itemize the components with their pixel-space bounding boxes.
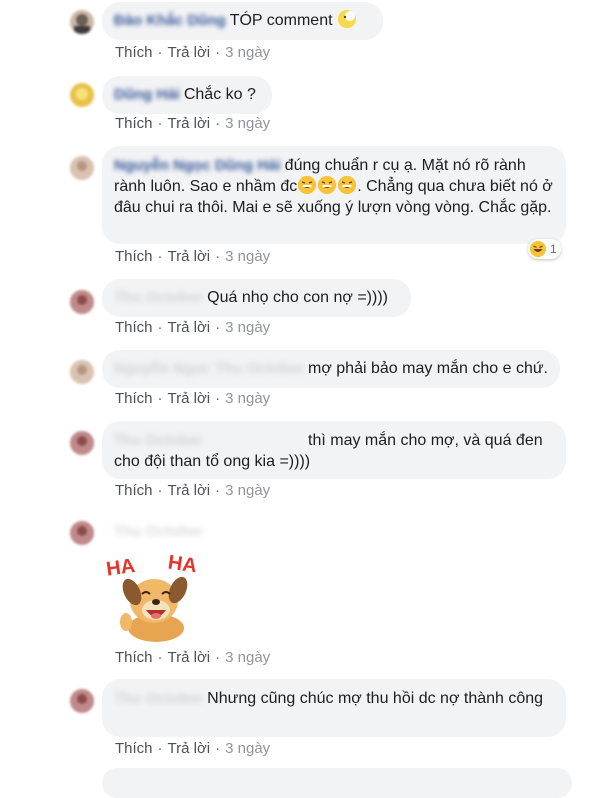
comment-author[interactable]: Đào Khắc Dũng	[114, 10, 226, 31]
reaction-count: 1	[550, 242, 557, 256]
separator-dot: ·	[157, 390, 163, 407]
comment-timestamp[interactable]: 3 ngày	[225, 649, 270, 666]
comment-text: mợ phải bảo may mắn cho e chứ.	[308, 360, 548, 377]
comment-author[interactable]: Thu October	[114, 522, 203, 542]
reply-button[interactable]: Trả lời	[168, 319, 211, 336]
grin-sweat-emoji-icon	[338, 176, 357, 194]
comment-author[interactable]: Dũng Hải	[114, 84, 180, 105]
avatar[interactable]	[70, 10, 94, 34]
comment-actions: Thích · Trả lời · 3 ngày	[115, 649, 270, 666]
reaction-badge[interactable]: 1	[528, 239, 561, 259]
reply-button[interactable]: Trả lời	[168, 740, 211, 757]
comment-timestamp[interactable]: 3 ngày	[225, 115, 270, 132]
separator-dot: ·	[215, 44, 221, 61]
comment-actions: Thích · Trả lời · 3 ngày	[115, 44, 270, 61]
comment-timestamp[interactable]: 3 ngày	[225, 390, 270, 407]
separator-dot: ·	[215, 115, 221, 132]
comment-timestamp[interactable]: 3 ngày	[225, 319, 270, 336]
separator-dot: ·	[215, 319, 221, 336]
comment-timestamp[interactable]: 3 ngày	[225, 44, 270, 61]
comment-author[interactable]: Nguyễn Ngọc Thu October	[114, 358, 304, 379]
moon-emoji-icon	[337, 10, 356, 28]
comment-text: Quá nhọ cho con nợ =))))	[207, 289, 388, 306]
separator-dot: ·	[157, 740, 163, 757]
comment-bubble: Nguyễn Ngọc Dũng Hải đúng chuẩn r cụ ạ. M…	[102, 146, 566, 244]
comment-text: Nhưng cũng chúc mợ thu hồi dc nợ thành c…	[207, 690, 544, 707]
comment-bubble: Thu October Nhưng cũng chúc mợ thu hồi dc…	[102, 679, 566, 737]
comment-bubble: Nguyễn Ngọc Thu October mợ phải bảo may m…	[102, 350, 560, 388]
separator-dot: ·	[157, 115, 163, 132]
avatar[interactable]	[70, 156, 94, 180]
avatar[interactable]	[70, 360, 94, 384]
avatar[interactable]	[70, 431, 94, 455]
comment-actions: Thích · Trả lời · 3 ngày	[115, 740, 270, 757]
avatar[interactable]	[70, 83, 94, 107]
comment-timestamp[interactable]: 3 ngày	[225, 482, 270, 499]
separator-dot: ·	[157, 482, 163, 499]
like-button[interactable]: Thích	[115, 740, 153, 757]
reply-button[interactable]: Trả lời	[168, 390, 211, 407]
sticker-text-left: HA	[105, 555, 137, 581]
grin-sweat-emoji-icon	[298, 176, 317, 194]
like-button[interactable]: Thích	[115, 319, 153, 336]
reply-button[interactable]: Trả lời	[168, 115, 211, 132]
comment-actions: Thích · Trả lời · 3 ngày	[115, 482, 270, 499]
comment-actions: Thích · Trả lời · 3 ngày	[115, 390, 270, 407]
grin-sweat-emoji-icon	[318, 176, 337, 194]
comment-bubble: Thu October Quá nhọ cho con nợ =))))	[102, 279, 411, 317]
separator-dot: ·	[215, 482, 221, 499]
comment-author[interactable]: Nguyễn Ngọc Dũng Hải	[114, 155, 281, 176]
sticker-text-right: HA	[167, 552, 199, 578]
like-button[interactable]: Thích	[115, 115, 153, 132]
comment-bubble-partial	[102, 768, 572, 798]
comment-bubble: Thu October thì may mắn cho mợ, và quá đe…	[102, 421, 566, 479]
comment-text: Chắc ko ?	[183, 86, 256, 103]
comment-actions: Thích · Trả lời · 3 ngày	[115, 248, 270, 265]
separator-dot: ·	[215, 248, 221, 265]
avatar[interactable]	[70, 689, 94, 713]
separator-dot: ·	[215, 649, 221, 666]
separator-dot: ·	[157, 248, 163, 265]
separator-dot: ·	[157, 44, 163, 61]
reply-button[interactable]: Trả lời	[168, 482, 211, 499]
comment-timestamp[interactable]: 3 ngày	[225, 740, 270, 757]
like-button[interactable]: Thích	[115, 44, 153, 61]
reply-button[interactable]: Trả lời	[168, 248, 211, 265]
reply-button[interactable]: Trả lời	[168, 649, 211, 666]
comment-author[interactable]: Thu October	[114, 688, 203, 709]
like-button[interactable]: Thích	[115, 248, 153, 265]
separator-dot: ·	[215, 390, 221, 407]
separator-dot: ·	[157, 649, 163, 666]
like-button[interactable]: Thích	[115, 649, 153, 666]
comment-bubble: Đào Khắc Dũng TÓP comment	[102, 2, 383, 40]
comment-author[interactable]: Thu October	[114, 287, 203, 308]
reply-button[interactable]: Trả lời	[168, 44, 211, 61]
comment-actions: Thích · Trả lời · 3 ngày	[115, 115, 270, 132]
like-button[interactable]: Thích	[115, 390, 153, 407]
comment-bubble: Dũng Hải Chắc ko ?	[102, 76, 272, 114]
haha-dog-sticker[interactable]: HA HA	[104, 546, 204, 646]
comment-actions: Thích · Trả lời · 3 ngày	[115, 319, 270, 336]
haha-reaction-icon	[530, 241, 546, 257]
separator-dot: ·	[157, 319, 163, 336]
avatar[interactable]	[70, 290, 94, 314]
like-button[interactable]: Thích	[115, 482, 153, 499]
comment-thread: Đào Khắc Dũng TÓP comment Thích · Trả lời · 3…	[0, 0, 611, 798]
avatar[interactable]	[70, 521, 94, 545]
comment-text: TÓP comment	[229, 12, 333, 29]
comment-timestamp[interactable]: 3 ngày	[225, 248, 270, 265]
separator-dot: ·	[215, 740, 221, 757]
comment-author[interactable]: Thu October	[114, 430, 304, 451]
